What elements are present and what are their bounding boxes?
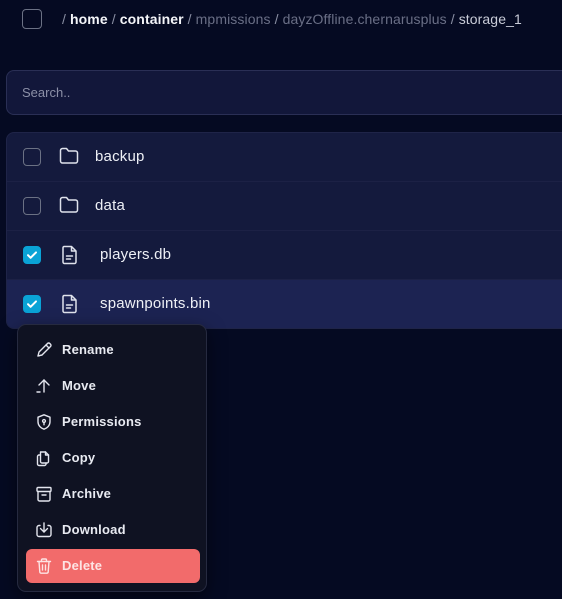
trash-icon — [35, 557, 53, 580]
file-name: spawnpoints.bin — [100, 295, 211, 312]
menu-item-delete[interactable]: Delete — [26, 549, 200, 583]
search-box — [6, 70, 562, 115]
breadcrumb-separator: / — [450, 11, 455, 27]
search-input[interactable] — [20, 84, 544, 101]
copy-icon — [35, 449, 53, 472]
breadcrumb-item-container[interactable]: container — [120, 11, 184, 27]
menu-item-copy[interactable]: Copy — [26, 441, 200, 475]
breadcrumb-item-mpmissions[interactable]: mpmissions — [196, 11, 271, 27]
row-checkbox-checked[interactable] — [23, 246, 41, 264]
pencil-icon — [35, 341, 53, 364]
menu-item-label: Permissions — [62, 414, 142, 429]
file-name: backup — [95, 148, 145, 165]
shield-icon — [35, 413, 53, 436]
menu-item-label: Delete — [62, 558, 103, 573]
folder-icon — [59, 196, 79, 219]
file-icon — [62, 294, 78, 319]
breadcrumb-separator: / — [187, 11, 192, 27]
check-icon — [27, 300, 37, 308]
menu-item-permissions[interactable]: Permissions — [26, 405, 200, 439]
menu-item-label: Download — [62, 522, 126, 537]
row-checkbox-checked[interactable] — [23, 295, 41, 313]
menu-item-label: Rename — [62, 342, 114, 357]
archive-icon — [35, 485, 53, 508]
breadcrumb-separator: / — [62, 11, 66, 27]
select-all-checkbox[interactable] — [22, 9, 42, 29]
menu-item-move[interactable]: Move — [26, 369, 200, 403]
arrow-up-icon — [35, 377, 53, 400]
file-icon — [62, 245, 78, 270]
breadcrumb-item-dayzoffline[interactable]: dayzOffline.chernarusplus — [283, 11, 447, 27]
breadcrumb-separator: / — [274, 11, 279, 27]
file-list: backup data players.db spawnpoints.bin — [6, 132, 562, 329]
file-row-data[interactable]: data — [7, 182, 562, 231]
context-menu: Rename Move Permissions Copy Archive Dow… — [17, 324, 207, 592]
menu-item-download[interactable]: Download — [26, 513, 200, 547]
menu-item-label: Move — [62, 378, 97, 393]
file-row-players-db[interactable]: players.db — [7, 231, 562, 280]
file-row-backup[interactable]: backup — [7, 133, 562, 182]
menu-item-label: Archive — [62, 486, 112, 501]
row-checkbox[interactable] — [23, 148, 41, 166]
menu-item-archive[interactable]: Archive — [26, 477, 200, 511]
breadcrumb-item-storage[interactable]: storage_1 — [459, 11, 522, 27]
row-checkbox[interactable] — [23, 197, 41, 215]
folder-icon — [59, 147, 79, 170]
breadcrumb: / home / container / mpmissions / dayzOffline.c… — [58, 11, 522, 27]
check-icon — [27, 251, 37, 259]
file-row-spawnpoints-bin[interactable]: spawnpoints.bin — [7, 280, 562, 328]
menu-item-label: Copy — [62, 450, 96, 465]
breadcrumb-item-home[interactable]: home — [70, 11, 108, 27]
breadcrumb-separator: / — [111, 11, 116, 27]
menu-item-rename[interactable]: Rename — [26, 333, 200, 367]
download-icon — [35, 521, 53, 544]
file-name: players.db — [100, 246, 172, 263]
file-name: data — [95, 197, 125, 214]
